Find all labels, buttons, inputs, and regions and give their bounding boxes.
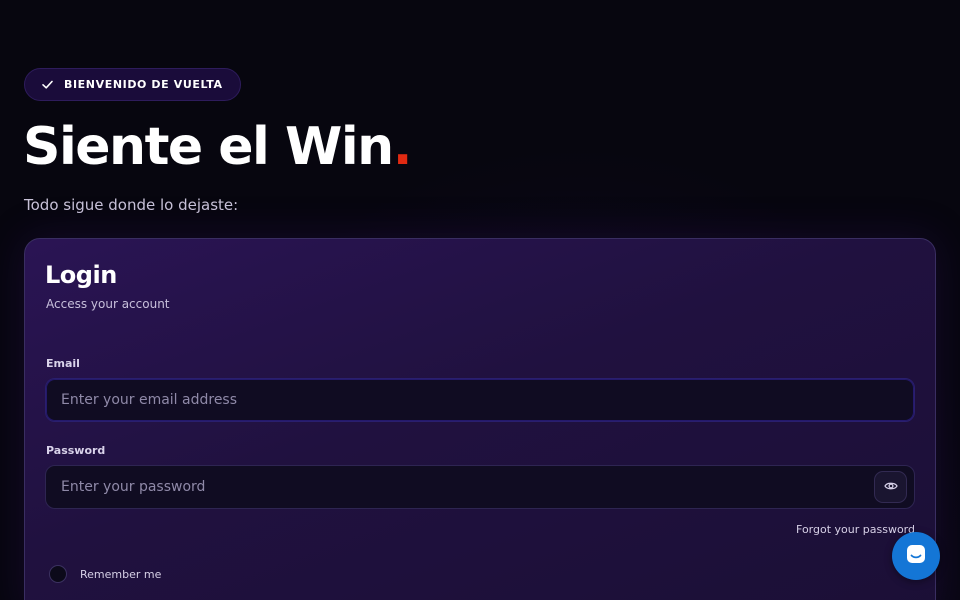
toggle-password-button[interactable] [874, 471, 907, 503]
hero-subtitle: Todo sigue donde lo dejaste: [24, 196, 239, 214]
remember-me[interactable]: Remember me [49, 565, 161, 583]
chat-button[interactable] [892, 532, 940, 580]
check-icon [41, 78, 54, 91]
login-card: Login Access your account Email Password… [24, 238, 936, 600]
welcome-badge-label: BIENVENIDO DE VUELTA [64, 78, 223, 91]
email-field[interactable] [45, 378, 915, 422]
eye-icon [883, 478, 898, 497]
password-label: Password [46, 444, 106, 457]
welcome-badge: BIENVENIDO DE VUELTA [24, 68, 241, 101]
password-field[interactable] [45, 465, 915, 509]
hero-title: Siente el Win. [23, 112, 413, 182]
page: BIENVENIDO DE VUELTA Siente el Win. Todo… [0, 0, 960, 600]
hero-title-dot: . [392, 117, 413, 177]
remember-me-label: Remember me [80, 567, 162, 581]
hero-title-text: Siente el Win [23, 117, 394, 177]
login-subtitle: Access your account [46, 297, 170, 311]
login-title: Login [45, 261, 117, 289]
chat-icon [905, 543, 927, 569]
email-label: Email [46, 357, 80, 370]
remember-me-radio[interactable] [49, 565, 67, 583]
forgot-password-link[interactable]: Forgot your password [796, 523, 915, 536]
